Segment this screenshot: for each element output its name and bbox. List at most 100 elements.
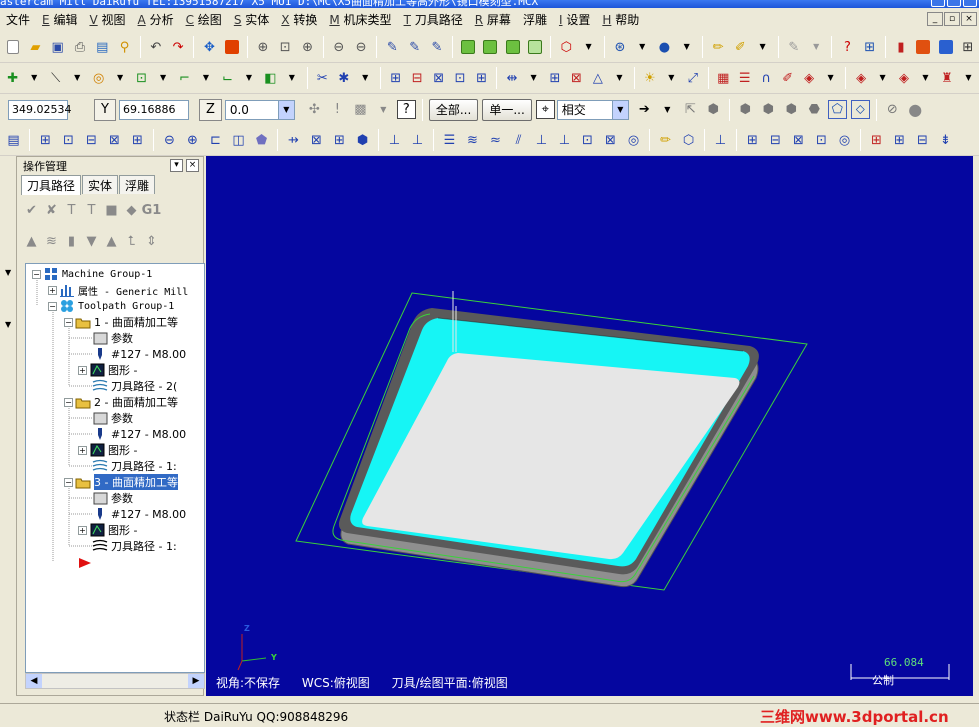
cube-op-icon[interactable]: ⬡ <box>679 131 698 150</box>
lock-icon[interactable]: ▲ <box>23 233 40 250</box>
maximize-button[interactable] <box>947 0 961 7</box>
translate-x-icon[interactable]: ⇸ <box>284 131 303 150</box>
tree-op-tool[interactable]: #127 - M8.00 <box>92 426 186 442</box>
simulate-icon[interactable] <box>936 38 954 57</box>
menu-edit[interactable]: E 编辑 <box>36 11 83 28</box>
menu-art[interactable]: 浮雕 <box>517 11 553 28</box>
tool-holder-icon[interactable]: ♜ <box>938 69 955 88</box>
mill-8-icon[interactable]: ⊞ <box>890 131 909 150</box>
dropdown-arrow-icon[interactable]: ▼ <box>658 100 677 119</box>
dropdown-arrow-icon[interactable]: ▼ <box>374 100 393 119</box>
view-iso-icon[interactable] <box>526 38 544 57</box>
move-down-icon[interactable]: ▼ <box>83 233 100 250</box>
menu-solids[interactable]: S 实体 <box>228 11 275 28</box>
backplot-op-icon[interactable]: ■ <box>103 202 120 219</box>
insert-position-arrow[interactable] <box>78 556 92 572</box>
delete-icon[interactable]: ✎ <box>383 38 401 57</box>
dropdown-arrow-icon[interactable]: ▼ <box>154 69 171 88</box>
scale-icon[interactable]: ⊞ <box>473 69 490 88</box>
solid-select-icon[interactable]: ⬢ <box>736 100 755 119</box>
solid-icon[interactable]: ▤ <box>4 131 23 150</box>
y-coordinate-field[interactable]: 69.16886 <box>118 99 189 120</box>
attrib-icon[interactable]: ◈ <box>895 69 912 88</box>
tree-op-toolpath[interactable]: 刀具路径 - 2( <box>92 378 177 394</box>
hatch-2-icon[interactable]: ≋ <box>463 131 482 150</box>
array-x-icon[interactable]: ⊠ <box>307 131 326 150</box>
zoom-prev-icon[interactable]: ⊖ <box>330 38 348 57</box>
tree-op-params[interactable]: 参数 <box>92 490 133 506</box>
help-icon[interactable]: ? <box>838 38 856 57</box>
align-icon[interactable]: ⇹ <box>503 69 520 88</box>
exclamation-icon[interactable]: ! <box>328 100 347 119</box>
dropdown-arrow-icon[interactable]: ▼ <box>525 69 542 88</box>
menu-view[interactable]: V 视图 <box>83 11 131 28</box>
cube-select-icon[interactable]: ⬢ <box>704 100 723 119</box>
cursor-icon[interactable]: ⇱ <box>681 100 700 119</box>
scale-x-icon[interactable]: ⬢ <box>353 131 372 150</box>
regenerate-icon[interactable]: T <box>63 202 80 219</box>
open-file-icon[interactable]: ▰ <box>26 38 44 57</box>
array-icon[interactable]: ⊞ <box>546 69 563 88</box>
mill-10-icon[interactable]: ⇟ <box>936 131 955 150</box>
menu-settings[interactable]: I 设置 <box>553 11 596 28</box>
expand-icon[interactable]: + <box>78 445 87 455</box>
menu-toolpaths[interactable]: T 刀具路径 <box>398 11 469 28</box>
tree-operation[interactable]: − 1 - 曲面精加工等 <box>64 314 178 330</box>
fast-point-icon[interactable]: ✣ <box>305 100 324 119</box>
box4-icon[interactable]: ⊞ <box>128 131 147 150</box>
mill-9-icon[interactable]: ⊟ <box>913 131 932 150</box>
translate-icon[interactable]: ⊞ <box>387 69 404 88</box>
layer-icon[interactable]: ◈ <box>800 69 817 88</box>
help-icon[interactable]: ? <box>396 100 416 119</box>
mirror-icon[interactable]: ⊠ <box>430 69 447 88</box>
dropdown-arrow-icon[interactable]: ▼ <box>197 69 214 88</box>
tab-solids[interactable]: 实体 <box>82 175 119 194</box>
collapse-icon[interactable]: − <box>32 269 41 279</box>
verify-op-icon[interactable]: ◆ <box>123 202 140 219</box>
verify-icon[interactable]: ▮ <box>892 38 910 57</box>
expand-icon[interactable]: + <box>48 285 57 295</box>
list-icon[interactable]: ☰ <box>736 69 753 88</box>
selection-method-combo[interactable]: 相交 ▼ <box>556 99 629 120</box>
post-icon[interactable] <box>914 38 932 57</box>
menu-xform[interactable]: X 转换 <box>275 11 323 28</box>
zoom-out-icon[interactable]: ⊖ <box>352 38 370 57</box>
hatch-5-icon[interactable]: ⊥ <box>532 131 551 150</box>
op-1-icon[interactable]: ⊥ <box>385 131 404 150</box>
tree-op-geometry[interactable]: + 图形 - <box>78 362 137 378</box>
collapse-icon[interactable]: − <box>64 317 73 327</box>
line-icon[interactable]: ⟍ <box>47 69 64 88</box>
hatch-3-icon[interactable]: ≈ <box>486 131 505 150</box>
print-icon[interactable]: ⎙ <box>71 38 89 57</box>
delete-dup-icon[interactable]: ✎ <box>428 38 446 57</box>
mirror-x-icon[interactable]: ⊞ <box>330 131 349 150</box>
tree-operation[interactable]: − 3 - 曲面精加工等 <box>64 474 178 490</box>
mdi-restore-button[interactable]: ▫ <box>944 12 960 26</box>
x-coordinate-field[interactable]: 349.02534 <box>8 99 72 120</box>
dropdown-arrow-icon[interactable]: ▼ <box>357 69 374 88</box>
select-all-ops-icon[interactable]: ✔ <box>23 202 40 219</box>
pencil-op-icon[interactable]: ✏ <box>656 131 675 150</box>
light-icon[interactable]: ☀ <box>641 69 658 88</box>
tab-art[interactable]: 浮雕 <box>119 175 156 194</box>
tree-toolpath-group[interactable]: − Toolpath Group-1 <box>48 298 174 314</box>
hatch-7-icon[interactable]: ⊡ <box>578 131 597 150</box>
zoom-window-icon[interactable]: ⊕ <box>254 38 272 57</box>
color-icon[interactable]: ◈ <box>852 69 869 88</box>
sweep-icon[interactable]: ⊕ <box>183 131 202 150</box>
hatch-6-icon[interactable]: ⊥ <box>555 131 574 150</box>
menu-help[interactable]: H 帮助 <box>596 11 645 28</box>
expand-icon[interactable]: + <box>78 525 87 535</box>
mill-7-icon[interactable]: ⊞ <box>867 131 886 150</box>
dropdown-arrow-icon[interactable]: ▼ <box>611 69 628 88</box>
dropdown-arrow-icon[interactable]: ▼ <box>807 38 825 57</box>
pencil-multi-icon[interactable]: ✐ <box>731 38 749 57</box>
clipboard-icon[interactable]: ⚲ <box>115 38 133 57</box>
select-dirty-ops-icon[interactable]: ✘ <box>43 202 60 219</box>
hatch-4-icon[interactable]: ⫽ <box>509 131 528 150</box>
arrow-right-icon[interactable]: ➔ <box>635 100 654 119</box>
mill-5-icon[interactable]: ⊡ <box>812 131 831 150</box>
dropdown-arrow-icon[interactable]: ▼ <box>25 69 42 88</box>
tree-properties[interactable]: + 属性 - Generic Mill <box>48 282 188 298</box>
select-all-button[interactable]: 全部... <box>428 98 479 121</box>
